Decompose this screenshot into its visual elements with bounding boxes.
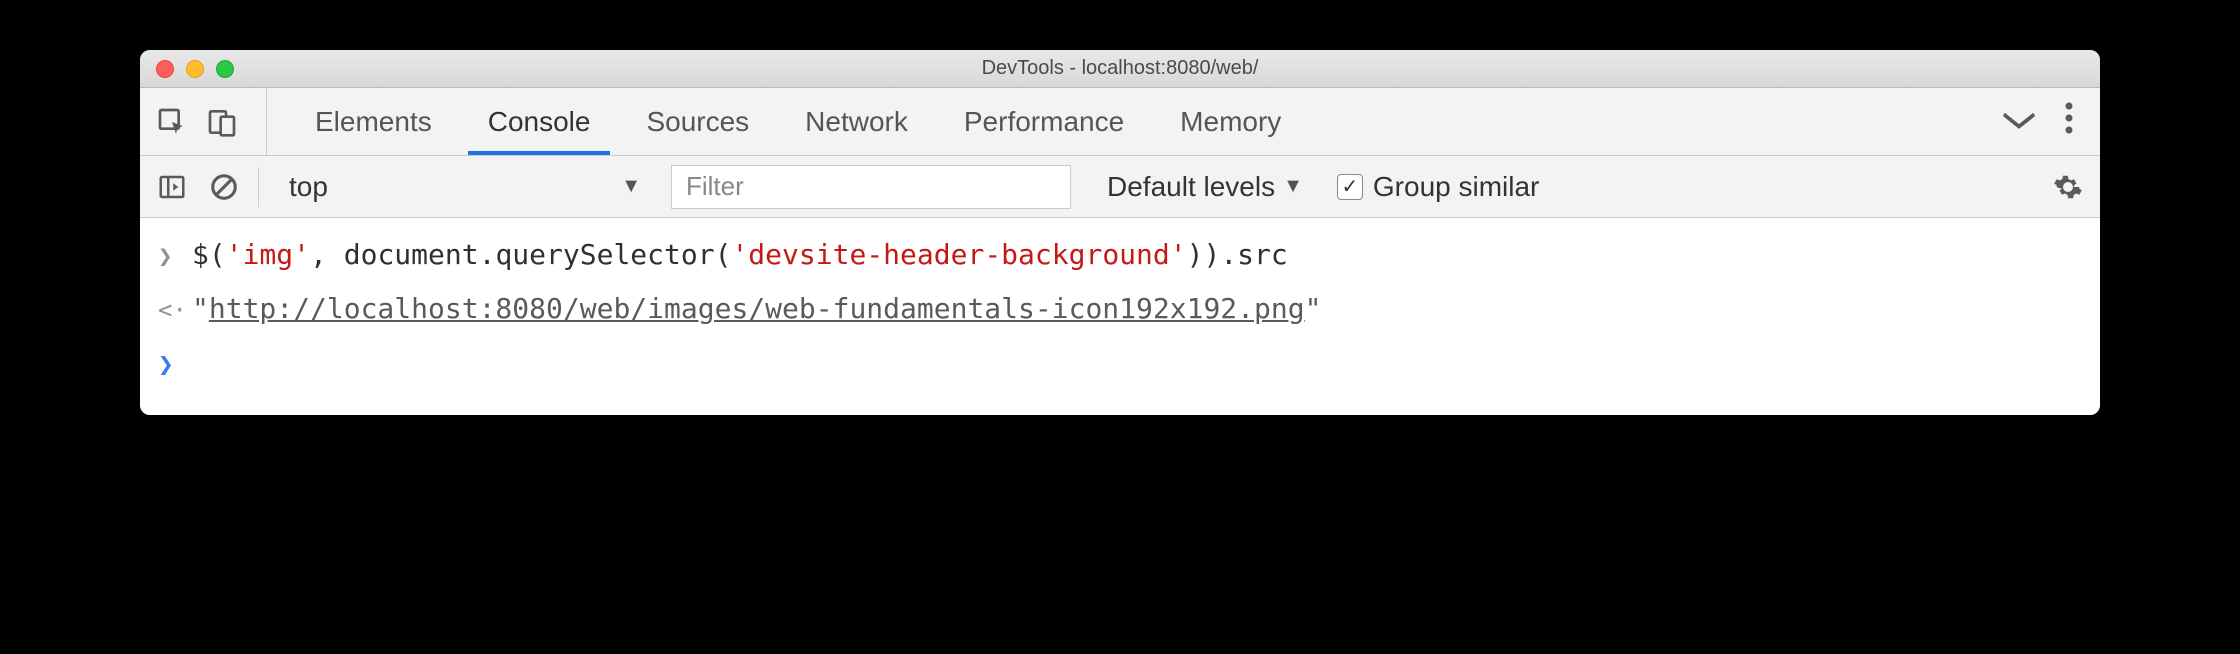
- console-result[interactable]: "http://localhost:8080/web/images/web-fu…: [192, 288, 1321, 330]
- tab-sources[interactable]: Sources: [618, 88, 777, 155]
- titlebar: DevTools - localhost:8080/web/: [140, 50, 2100, 88]
- console-output-line: <· "http://localhost:8080/web/images/web…: [140, 282, 2100, 336]
- traffic-lights: [140, 60, 234, 78]
- tab-elements[interactable]: Elements: [287, 88, 460, 155]
- console-output: ❯ $('img', document.querySelector('devsi…: [140, 218, 2100, 415]
- toolbar-divider: [258, 167, 259, 207]
- maximize-window-button[interactable]: [216, 60, 234, 78]
- tab-console[interactable]: Console: [460, 88, 619, 155]
- device-toolbar-icon[interactable]: [204, 104, 240, 140]
- panel-tabs: Elements Console Sources Network Perform…: [267, 88, 1309, 155]
- console-settings-icon[interactable]: [2050, 169, 2086, 205]
- inspect-element-icon[interactable]: [154, 104, 190, 140]
- group-similar-label: Group similar: [1373, 171, 1539, 203]
- console-command[interactable]: $('img', document.querySelector('devsite…: [192, 234, 1288, 276]
- minimize-window-button[interactable]: [186, 60, 204, 78]
- context-selector[interactable]: top ▼: [275, 164, 655, 210]
- panel-tabbar: Elements Console Sources Network Perform…: [140, 88, 2100, 156]
- chevron-down-icon: ▼: [621, 175, 641, 198]
- log-levels-selector[interactable]: Default levels ▼: [1107, 171, 1303, 203]
- group-similar-checkbox[interactable]: ✓ Group similar: [1337, 171, 1539, 203]
- levels-label: Default levels: [1107, 171, 1275, 203]
- tabbar-tools: [154, 88, 267, 155]
- tab-network[interactable]: Network: [777, 88, 936, 155]
- window-title: DevTools - localhost:8080/web/: [140, 57, 2100, 80]
- close-window-button[interactable]: [156, 60, 174, 78]
- output-indicator-icon: <·: [158, 288, 178, 328]
- clear-console-icon[interactable]: [206, 169, 242, 205]
- tab-memory[interactable]: Memory: [1152, 88, 1309, 155]
- tabbar-right: [2002, 101, 2086, 143]
- input-prompt-icon: ❯: [158, 234, 178, 274]
- context-label: top: [289, 171, 328, 203]
- tab-performance[interactable]: Performance: [936, 88, 1152, 155]
- checkbox-icon: ✓: [1337, 174, 1363, 200]
- result-url[interactable]: http://localhost:8080/web/images/web-fun…: [209, 292, 1305, 325]
- toggle-sidebar-icon[interactable]: [154, 169, 190, 205]
- more-tabs-icon[interactable]: [2002, 105, 2036, 139]
- prompt-icon: ❯: [158, 342, 178, 385]
- devtools-window: DevTools - localhost:8080/web/ Elements …: [140, 50, 2100, 415]
- console-toolbar: top ▼ Default levels ▼ ✓ Group similar: [140, 156, 2100, 218]
- filter-input[interactable]: [671, 165, 1071, 209]
- settings-menu-icon[interactable]: [2064, 101, 2074, 143]
- console-input-line: ❯ $('img', document.querySelector('devsi…: [140, 228, 2100, 282]
- console-prompt-line[interactable]: ❯: [140, 336, 2100, 391]
- chevron-down-icon: ▼: [1283, 175, 1303, 198]
